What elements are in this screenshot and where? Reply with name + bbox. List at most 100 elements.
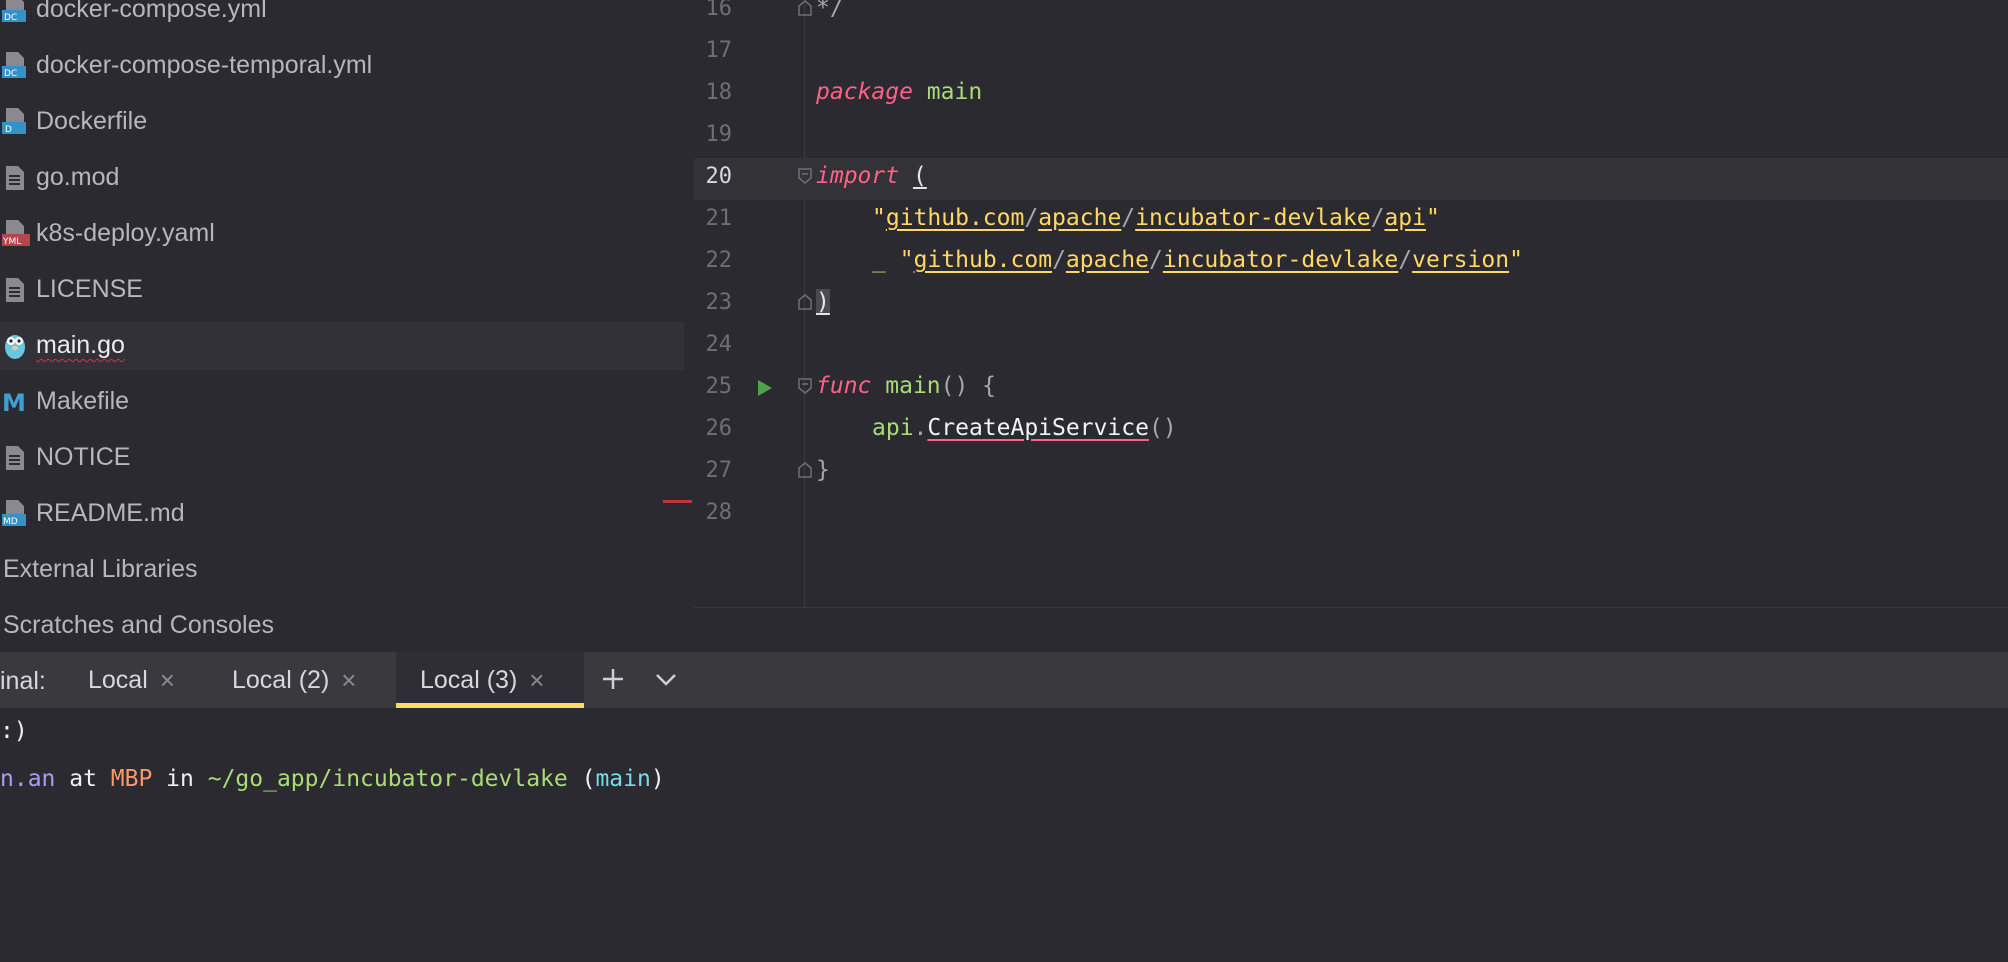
function-name: main [885,373,941,399]
slash: / [1024,205,1039,231]
code-line[interactable]: 28 [694,494,2008,536]
line-number: 16 [705,0,733,21]
svg-text:YML: YML [2,237,21,247]
tab-label: Local (2) [232,665,330,694]
tab-label: Local [88,665,148,694]
line-number: 20 [705,164,733,189]
blank-identifier: _ [872,247,886,273]
tree-item-external-libraries[interactable]: External Libraries [0,546,684,594]
close-icon[interactable]: × [341,665,356,696]
tree-item-notice[interactable]: NOTICE [0,434,684,482]
project-tree: DC docker-compose.yml DC docker-compose-… [0,0,694,652]
tree-item-docker-compose[interactable]: DC docker-compose.yml [0,0,684,34]
yaml-file-icon: YML [2,220,30,247]
code-line[interactable]: 22 _ "github.com/apache/incubator-devlak… [694,242,2008,284]
prompt-text: at [55,766,111,792]
fold-end-icon[interactable] [798,294,812,310]
terminal-tab-local[interactable]: Local × [70,652,193,708]
slash: / [1121,205,1136,231]
terminal-prompt: n.an at MBP in ~/go_app/incubator-devlak… [0,766,665,792]
code-editor[interactable]: 16 */ 17 18 package main 19 20 import ( … [694,0,2008,608]
code-text: import ( [816,163,927,189]
tree-item-docker-compose-temporal[interactable]: DC docker-compose-temporal.yml [0,42,684,90]
file-name: Dockerfile [36,107,148,135]
go-gopher-icon [5,335,25,359]
line-number: 18 [705,80,733,105]
tree-item-scratches-and-consoles[interactable]: Scratches and Consoles [0,602,684,650]
path-segment[interactable]: incubator-devlake [1135,205,1370,231]
close-icon[interactable]: × [529,665,544,696]
code-line[interactable]: 27 } [694,452,2008,494]
terminal-line: :) [0,718,28,744]
text-file-icon [6,166,24,190]
path-segment[interactable]: api [1384,205,1426,231]
line-number: 24 [705,332,733,357]
line-number: 19 [705,122,733,147]
code-line[interactable]: 17 [694,32,2008,74]
path-segment[interactable]: apache [1066,247,1149,273]
tree-item-makefile[interactable]: M Makefile [0,378,684,426]
file-name: NOTICE [36,443,131,471]
fold-end-icon[interactable] [798,0,812,16]
path-segment[interactable]: incubator-devlake [1163,247,1398,273]
tree-item-main-go[interactable]: main.go [0,322,684,370]
method-call[interactable]: CreateApiService [927,415,1149,441]
file-name: main.go [36,331,125,359]
tree-item-k8s-deploy[interactable]: YML k8s-deploy.yaml [0,210,684,258]
code-line[interactable]: 25 func main() { [694,368,2008,410]
quote: " [1425,205,1440,231]
editor-bottom-border [694,607,2008,608]
tree-item-license[interactable]: LICENSE [0,266,684,314]
svg-text:DC: DC [4,69,17,79]
prompt-text: ( [567,766,596,792]
chevron-down-icon[interactable] [651,664,681,694]
tree-item-readme[interactable]: MD README.md [0,490,684,538]
fold-start-icon[interactable] [798,378,812,394]
docker-compose-file-icon: DC [2,52,26,79]
run-icon[interactable] [756,378,774,398]
path-segment[interactable]: github.com [914,247,1052,273]
path-segment[interactable]: github.com [886,205,1024,231]
slash: / [1149,247,1163,273]
terminal-output[interactable]: :) n.an at MBP in ~/go_app/incubator-dev… [0,708,2008,962]
tree-item-dockerfile[interactable]: D Dockerfile [0,98,684,146]
import-path: "github.com/apache/incubator-devlake/api… [872,205,1440,231]
import-path: _ "github.com/apache/incubator-devlake/v… [872,247,1523,273]
markdown-file-icon: MD [2,500,26,527]
error-stripe-marker[interactable] [663,500,692,503]
path-segment[interactable]: version [1412,247,1509,273]
code-line[interactable]: 18 package main [694,74,2008,116]
line-number: 25 [705,374,733,399]
code-line[interactable]: 24 [694,326,2008,368]
fold-start-icon[interactable] [798,168,812,184]
file-name: LICENSE [36,275,143,303]
code-line[interactable]: 23 ) [694,284,2008,326]
path-segment[interactable]: apache [1038,205,1121,231]
terminal-tab-local-2[interactable]: Local (2) × [214,652,374,708]
code-line[interactable]: 26 api.CreateApiService() [694,410,2008,452]
code-text: package main [816,79,982,105]
code-text: func main() { [816,373,996,399]
matched-bracket: ( [912,163,927,189]
fold-end-icon[interactable] [798,462,812,478]
svg-text:M: M [2,389,26,416]
code-line[interactable]: 16 */ [694,0,2008,32]
code-line[interactable]: 19 [694,116,2008,158]
line-number: 26 [705,416,733,441]
code-text: ) [816,289,830,315]
line-number: 27 [705,458,733,483]
prompt-host: MBP [110,766,153,792]
prompt-path: ~/go_app/incubator-devlake [207,766,568,792]
keyword: func [816,373,872,399]
line-number: 23 [705,290,733,315]
code-line-current[interactable]: 20 import ( [694,158,2008,200]
tree-item-go-mod[interactable]: go.mod [0,154,684,202]
terminal-tab-local-3[interactable]: Local (3) × [396,652,584,708]
package-name: main [926,79,983,105]
group-name: Scratches and Consoles [3,611,274,639]
code-line[interactable]: 21 "github.com/apache/incubator-devlake/… [694,200,2008,242]
plus-icon[interactable] [598,664,628,694]
close-icon[interactable]: × [160,665,175,696]
makefile-icon: M [2,389,26,416]
package-ref: api [872,415,914,441]
